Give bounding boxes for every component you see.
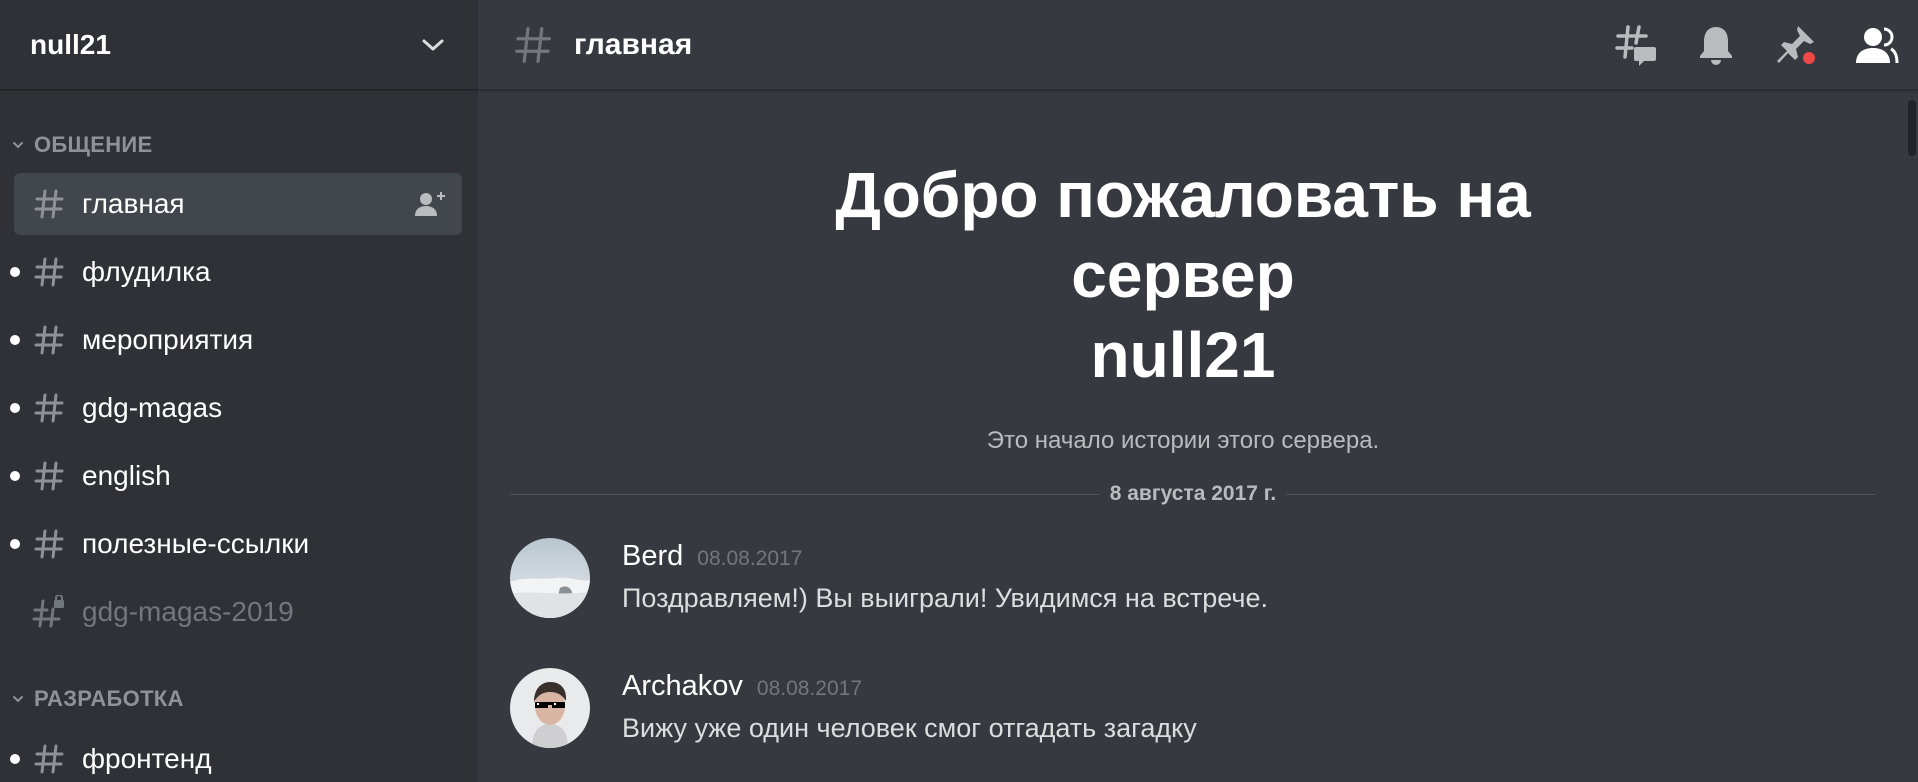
channel-poleznye-ssylki[interactable]: полезные-ссылки — [10, 513, 462, 575]
channel-name: english — [82, 460, 171, 491]
hash-icon — [32, 742, 66, 776]
chevron-down-icon — [8, 689, 28, 709]
chevron-down-icon — [8, 135, 28, 155]
scrollbar-thumb[interactable] — [1908, 100, 1916, 156]
category-label: РАЗРАБОТКА — [34, 686, 184, 711]
unread-indicator — [10, 754, 20, 764]
unread-indicator — [10, 539, 20, 549]
message-text: Поздравляем!) Вы выиграли! Увидимся на в… — [622, 583, 1268, 613]
hash-icon — [32, 255, 66, 289]
channel-sidebar: null21 ОБЩЕНИЕ главная флудилка мероприя… — [0, 0, 478, 782]
threads-icon[interactable] — [1612, 21, 1660, 69]
hash-icon — [32, 323, 66, 357]
welcome-subtitle: Это начало истории этого сервера. — [986, 427, 1380, 454]
channel-name: мероприятия — [82, 324, 254, 355]
hash-icon — [32, 527, 66, 561]
server-header[interactable]: null21 — [0, 0, 478, 90]
hash-icon — [32, 187, 66, 221]
channel-glavnaya[interactable]: главная — [14, 173, 462, 235]
channel-name: главная — [82, 188, 185, 219]
category-label: ОБЩЕНИЕ — [34, 132, 153, 157]
invite-member-icon[interactable] — [412, 186, 448, 222]
avatar[interactable] — [510, 668, 590, 748]
channel-name: gdg-magas-2019 — [82, 596, 294, 627]
channel-header: главная — [478, 0, 1918, 90]
message: Berd 08.08.2017 Поздравляем!) Вы выиграл… — [510, 538, 1268, 618]
date-divider-label: 8 августа 2017 г. — [1099, 482, 1287, 505]
welcome-title-line: сервер — [1071, 239, 1295, 311]
welcome-title-line: Добро пожаловать на — [835, 159, 1531, 231]
chevron-down-icon[interactable] — [418, 30, 448, 60]
unread-indicator — [10, 267, 20, 277]
welcome-section: Добро пожаловать на сервер null21 Это на… — [478, 155, 1888, 455]
category-obshchenie[interactable]: ОБЩЕНИЕ — [8, 132, 153, 158]
members-icon[interactable] — [1852, 21, 1900, 69]
channel-name: фронтенд — [82, 743, 212, 774]
hash-icon — [32, 391, 66, 425]
channel-gdg-magas-2019[interactable]: gdg-magas-2019 — [14, 581, 462, 643]
message-text: Вижу уже один человек смог отгадать зага… — [622, 713, 1197, 743]
message: Archakov 08.08.2017 Вижу уже один челове… — [510, 668, 1197, 748]
channel-title: главная — [574, 27, 693, 61]
category-razrabotka[interactable]: РАЗРАБОТКА — [8, 686, 184, 712]
message-author[interactable]: Berd — [622, 540, 683, 573]
scrollbar[interactable] — [1908, 90, 1918, 782]
server-name: null21 — [30, 28, 111, 60]
welcome-title-line: null21 — [1090, 319, 1276, 391]
avatar[interactable] — [510, 538, 590, 618]
channel-name: полезные-ссылки — [82, 528, 310, 559]
message-timestamp: 08.08.2017 — [697, 547, 803, 570]
unread-indicator — [10, 403, 20, 413]
hash-icon — [512, 24, 554, 66]
hash-icon — [32, 459, 66, 493]
message-author[interactable]: Archakov — [622, 670, 743, 703]
welcome-title: Добро пожаловать на сервер null21 — [478, 155, 1888, 395]
channel-frontend[interactable]: фронтенд — [10, 728, 462, 782]
bell-icon[interactable] — [1692, 21, 1740, 69]
chat-area: главная Добро пожаловать на сервер null2… — [478, 0, 1918, 782]
channel-name: флудилка — [82, 256, 211, 287]
locked-hash-icon — [32, 595, 66, 629]
channel-gdg-magas[interactable]: gdg-magas — [10, 377, 462, 439]
date-divider: 8 августа 2017 г. — [478, 482, 1908, 506]
channel-name: gdg-magas — [82, 392, 223, 423]
message-timestamp: 08.08.2017 — [756, 677, 862, 700]
channel-english[interactable]: english — [10, 445, 462, 507]
unread-indicator — [10, 335, 20, 345]
unread-indicator — [10, 471, 20, 481]
pin-icon[interactable] — [1772, 21, 1820, 69]
channel-meropriyatiya[interactable]: мероприятия — [10, 309, 462, 371]
channel-fludilka[interactable]: флудилка — [10, 241, 462, 303]
